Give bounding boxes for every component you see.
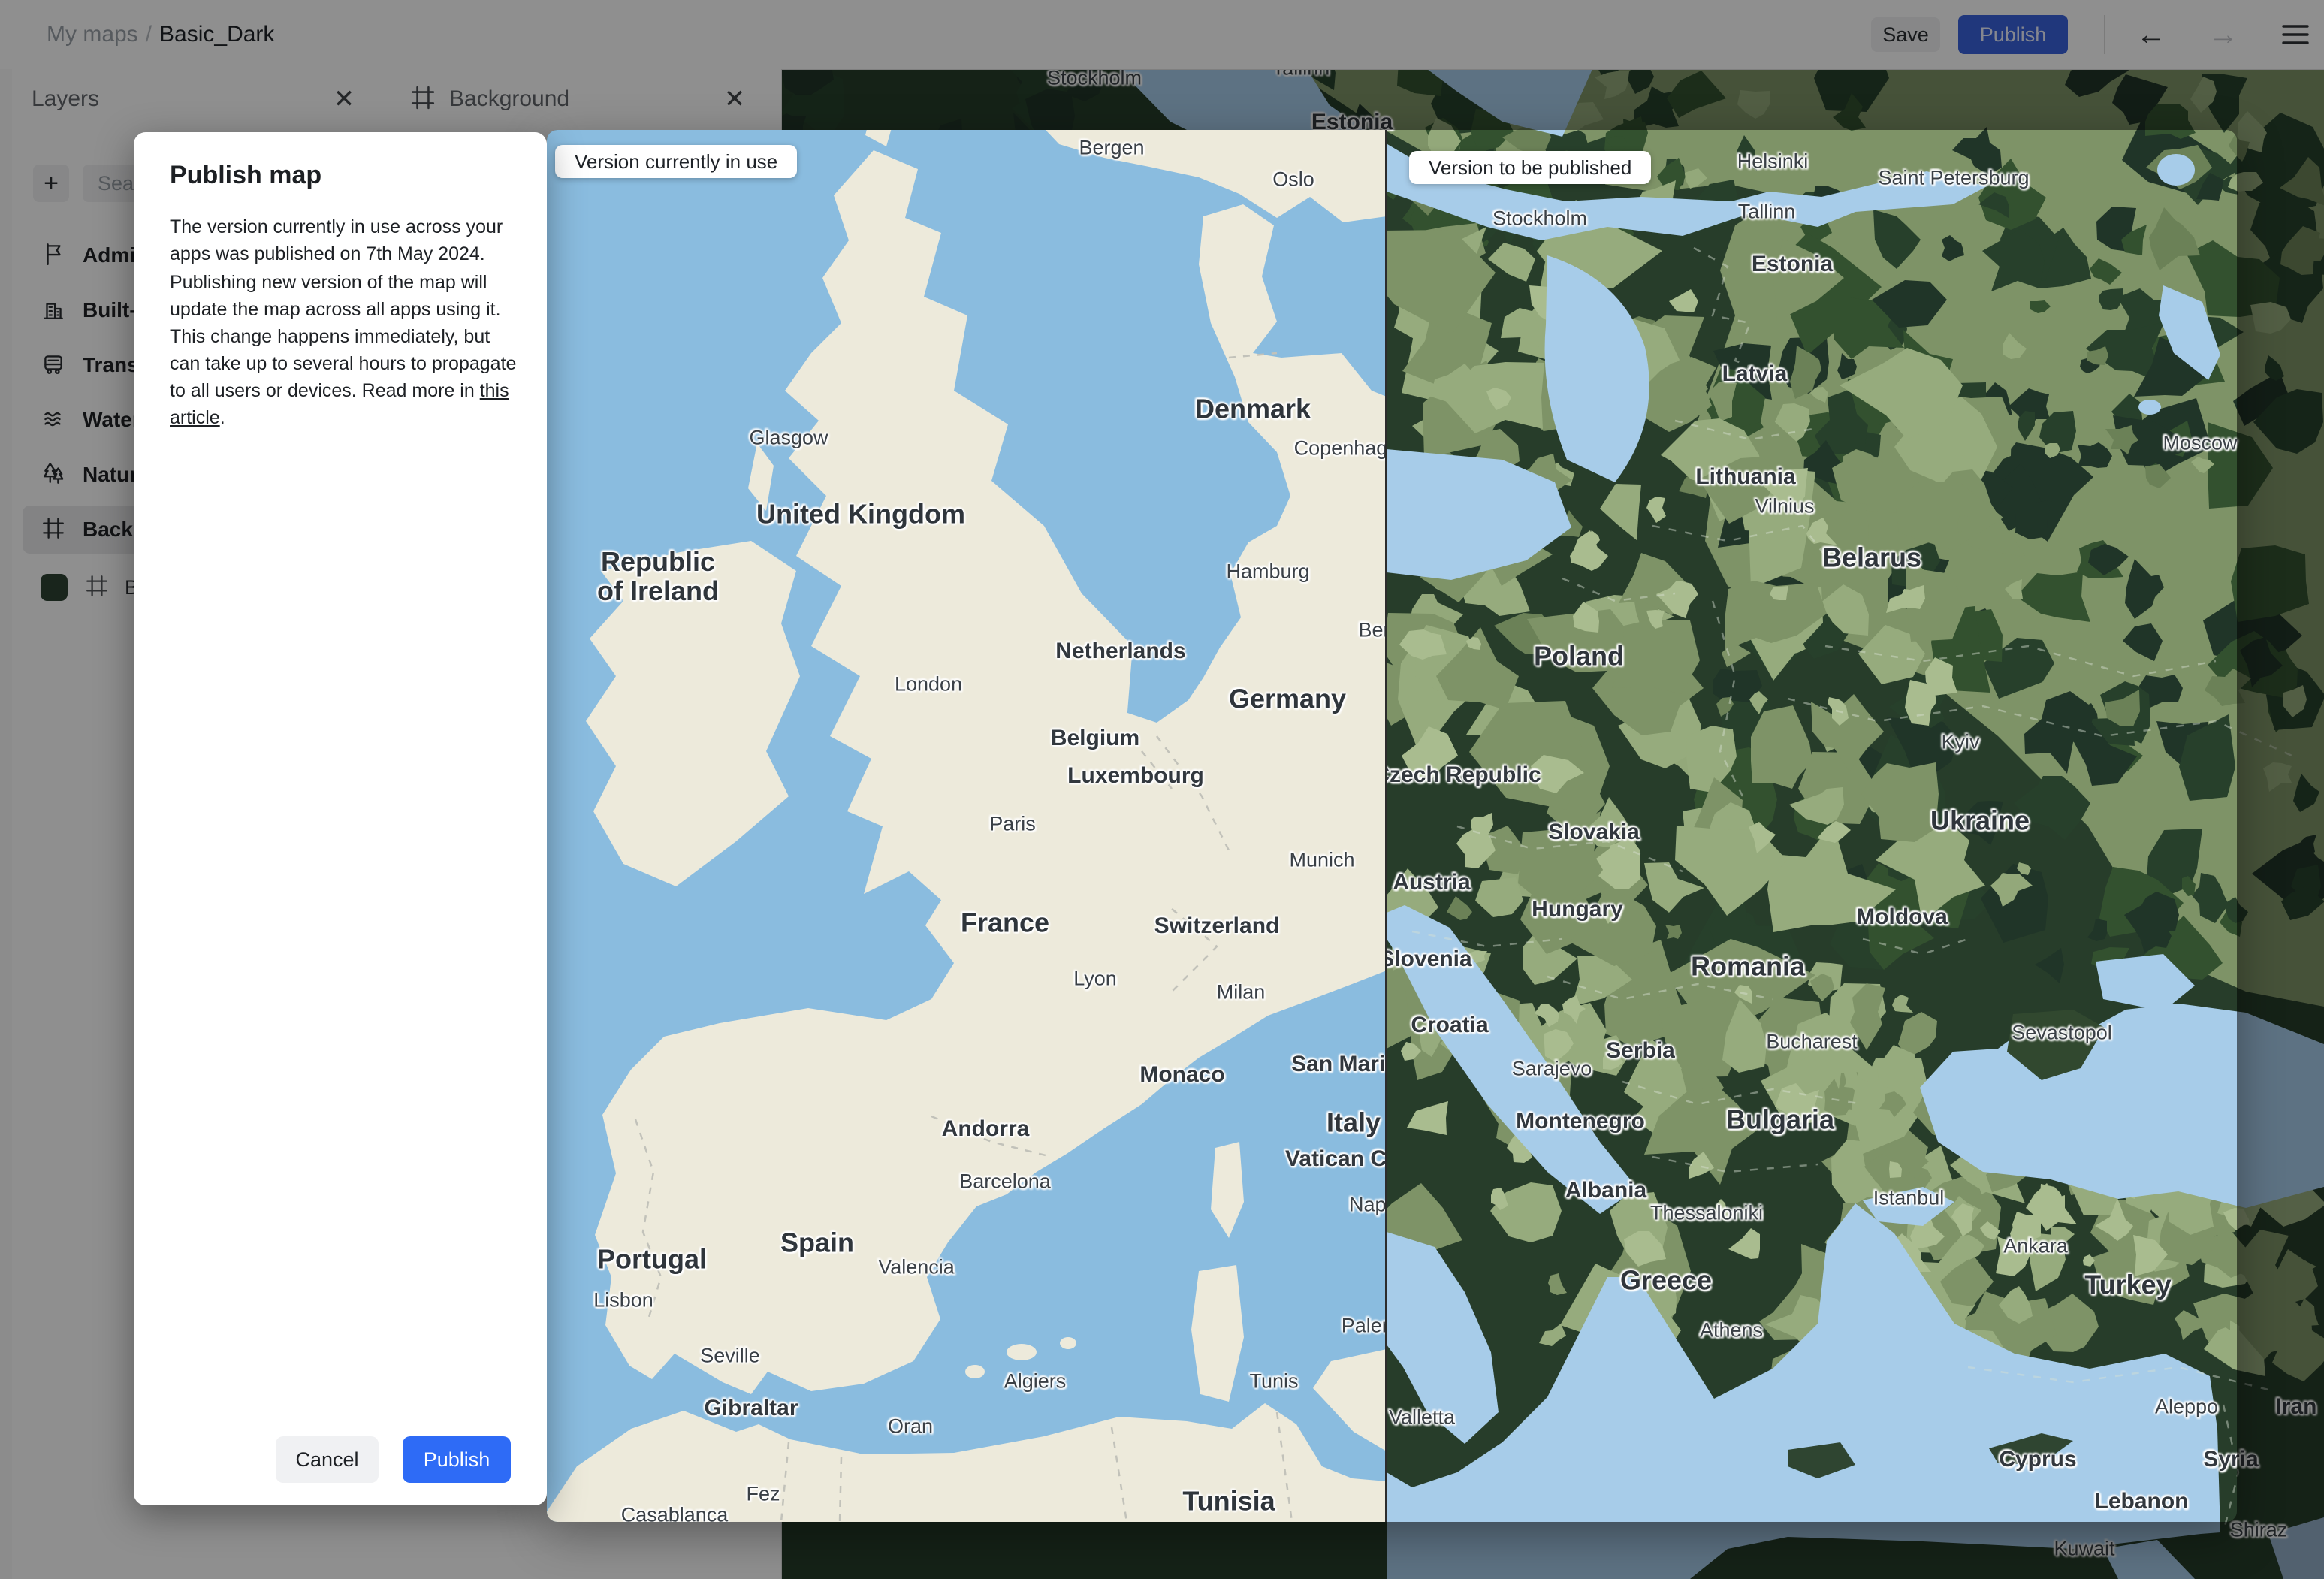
compare-swipe-divider[interactable]: [1385, 130, 1387, 1522]
new-version-badge: Version to be published: [1409, 151, 1652, 184]
version-compare-window: StockholmTallinnEstoniaHelsinkiSaint Pet…: [547, 130, 2237, 1522]
modal-title: Publish map: [170, 161, 322, 189]
publish-button-modal[interactable]: Publish: [403, 1436, 511, 1483]
modal-paragraph-2: Publishing new version of the map will u…: [170, 269, 521, 431]
modal-paragraph-1: The version currently in use across your…: [170, 216, 503, 264]
publish-map-modal: Publish map The version currently in use…: [134, 132, 547, 1505]
modal-paragraph-2-text: Publishing new version of the map will u…: [170, 272, 517, 401]
light-map-preview[interactable]: BergenOsloGlasgowDenmarkCopenhagenUnited…: [547, 130, 1387, 1522]
modal-paragraph-2-period: .: [219, 407, 225, 428]
cancel-button[interactable]: Cancel: [276, 1436, 379, 1483]
app-root: StockholmTallinnEstoniaHelsinkiSaint Pet…: [0, 0, 2324, 1579]
current-version-badge: Version currently in use: [555, 145, 798, 178]
